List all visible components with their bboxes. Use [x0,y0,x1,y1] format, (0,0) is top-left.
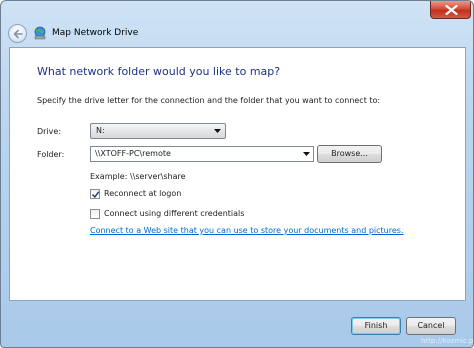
back-arrow-icon [13,29,23,39]
drive-select[interactable]: N: [90,123,226,139]
folder-label: Folder: [37,150,65,159]
dialog-window: Map Network Drive What network folder wo… [0,0,474,348]
finish-button[interactable]: Finish [351,317,401,335]
cancel-button[interactable]: Cancel [406,317,456,335]
reconnect-checkbox[interactable] [90,189,100,199]
title-bar[interactable]: Map Network Drive [1,1,473,43]
chevron-down-icon[interactable] [303,152,310,156]
watermark-text: http://kozmic.pl [421,337,474,345]
drive-label: Drive: [37,127,62,136]
close-button[interactable] [430,1,471,19]
window-title: Map Network Drive [52,28,139,38]
reconnect-label[interactable]: Reconnect at logon [104,189,181,198]
example-text: Example: \\server\share [90,172,186,181]
page-heading: What network folder would you like to ma… [37,65,281,78]
close-icon [445,5,458,15]
network-drive-icon [34,26,46,40]
checkmark-icon [91,191,100,199]
instruction-text: Specify the drive letter for the connect… [37,96,381,105]
folder-input-value: \\XTOFF-PC\remote [95,149,171,158]
browse-button[interactable]: Browse... [317,145,382,163]
chevron-down-icon [214,129,221,133]
credentials-checkbox[interactable] [90,209,100,219]
drive-select-value: N: [96,126,105,135]
credentials-label[interactable]: Connect using different credentials [104,209,244,218]
web-site-link[interactable]: Connect to a Web site that you can use t… [90,226,403,235]
folder-input[interactable]: \\XTOFF-PC\remote [90,146,314,162]
dialog-content: What network folder would you like to ma… [9,47,466,301]
back-button[interactable] [8,24,27,43]
